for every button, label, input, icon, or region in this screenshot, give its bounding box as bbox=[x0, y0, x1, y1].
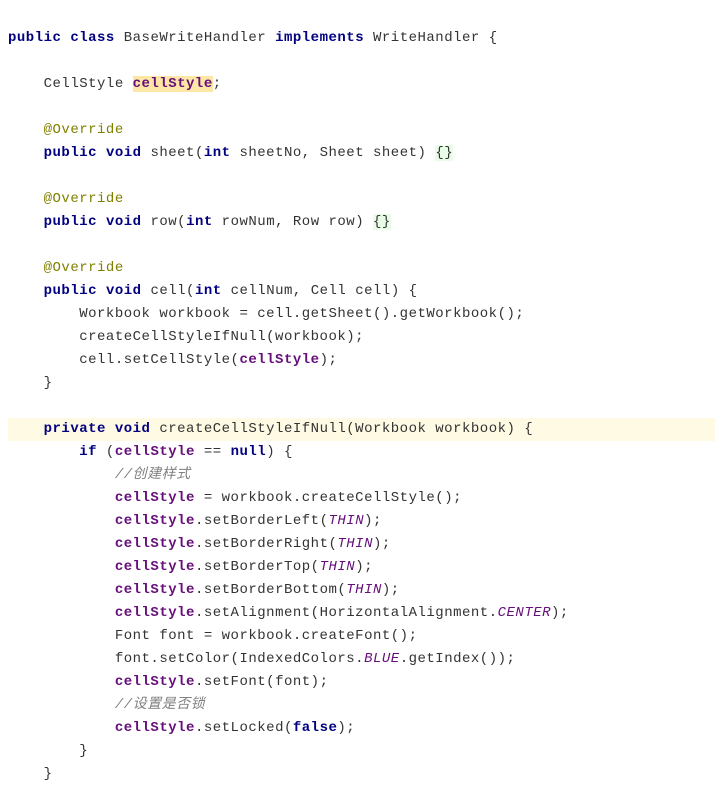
code-line-20: //创建样式 bbox=[8, 467, 191, 483]
code-line-5: @Override bbox=[8, 122, 124, 138]
code-line-25: cellStyle.setBorderBottom(THIN); bbox=[8, 582, 400, 598]
annotation-override: @Override bbox=[44, 260, 124, 276]
comment-create-style: //创建样式 bbox=[115, 467, 191, 483]
comment-set-lock: //设置是否锁 bbox=[115, 697, 205, 713]
code-line-22: cellStyle.setBorderLeft(THIN); bbox=[8, 513, 382, 529]
const-blue: BLUE bbox=[364, 651, 400, 667]
code-line-16: } bbox=[8, 375, 53, 391]
code-line-13: Workbook workbook = cell.getSheet().getW… bbox=[8, 306, 524, 322]
annotation-override: @Override bbox=[44, 122, 124, 138]
code-line-3: CellStyle cellStyle; bbox=[8, 76, 222, 92]
code-line-1: public class BaseWriteHandler implements… bbox=[8, 30, 498, 46]
empty-braces: {} bbox=[435, 145, 453, 161]
const-thin: THIN bbox=[346, 582, 382, 598]
code-block: public class BaseWriteHandler implements… bbox=[0, 0, 715, 790]
code-line-9: public void row(int rowNum, Row row) {} bbox=[8, 214, 391, 230]
code-line-6: public void sheet(int sheetNo, Sheet she… bbox=[8, 145, 453, 161]
code-line-15: cell.setCellStyle(cellStyle); bbox=[8, 352, 337, 368]
code-line-18-highlighted: private void createCellStyleIfNull(Workb… bbox=[8, 418, 715, 441]
field-cellstyle: cellStyle bbox=[133, 76, 213, 92]
class-name: BaseWriteHandler bbox=[124, 30, 266, 46]
code-line-28: font.setColor(IndexedColors.BLUE.getInde… bbox=[8, 651, 515, 667]
empty-braces: {} bbox=[373, 214, 391, 230]
code-line-11: @Override bbox=[8, 260, 124, 276]
const-thin: THIN bbox=[328, 513, 364, 529]
annotation-override: @Override bbox=[44, 191, 124, 207]
code-line-27: Font font = workbook.createFont(); bbox=[8, 628, 417, 644]
code-line-31: cellStyle.setLocked(false); bbox=[8, 720, 355, 736]
code-line-8: @Override bbox=[8, 191, 124, 207]
code-line-12: public void cell(int cellNum, Cell cell)… bbox=[8, 283, 418, 299]
code-line-21: cellStyle = workbook.createCellStyle(); bbox=[8, 490, 462, 506]
code-line-32: } bbox=[8, 743, 88, 759]
const-thin: THIN bbox=[320, 559, 356, 575]
keyword-public: public bbox=[8, 30, 61, 46]
keyword-implements: implements bbox=[275, 30, 364, 46]
interface-name: WriteHandler bbox=[373, 30, 480, 46]
code-line-14: createCellStyleIfNull(workbook); bbox=[8, 329, 364, 345]
code-line-29: cellStyle.setFont(font); bbox=[8, 674, 328, 690]
code-line-23: cellStyle.setBorderRight(THIN); bbox=[8, 536, 391, 552]
code-line-30: //设置是否锁 bbox=[8, 697, 205, 713]
code-line-26: cellStyle.setAlignment(HorizontalAlignme… bbox=[8, 605, 569, 621]
code-line-19: if (cellStyle == null) { bbox=[8, 444, 293, 460]
keyword-class: class bbox=[70, 30, 115, 46]
code-line-33: } bbox=[8, 766, 53, 782]
const-thin: THIN bbox=[337, 536, 373, 552]
const-center: CENTER bbox=[498, 605, 551, 621]
code-line-24: cellStyle.setBorderTop(THIN); bbox=[8, 559, 373, 575]
